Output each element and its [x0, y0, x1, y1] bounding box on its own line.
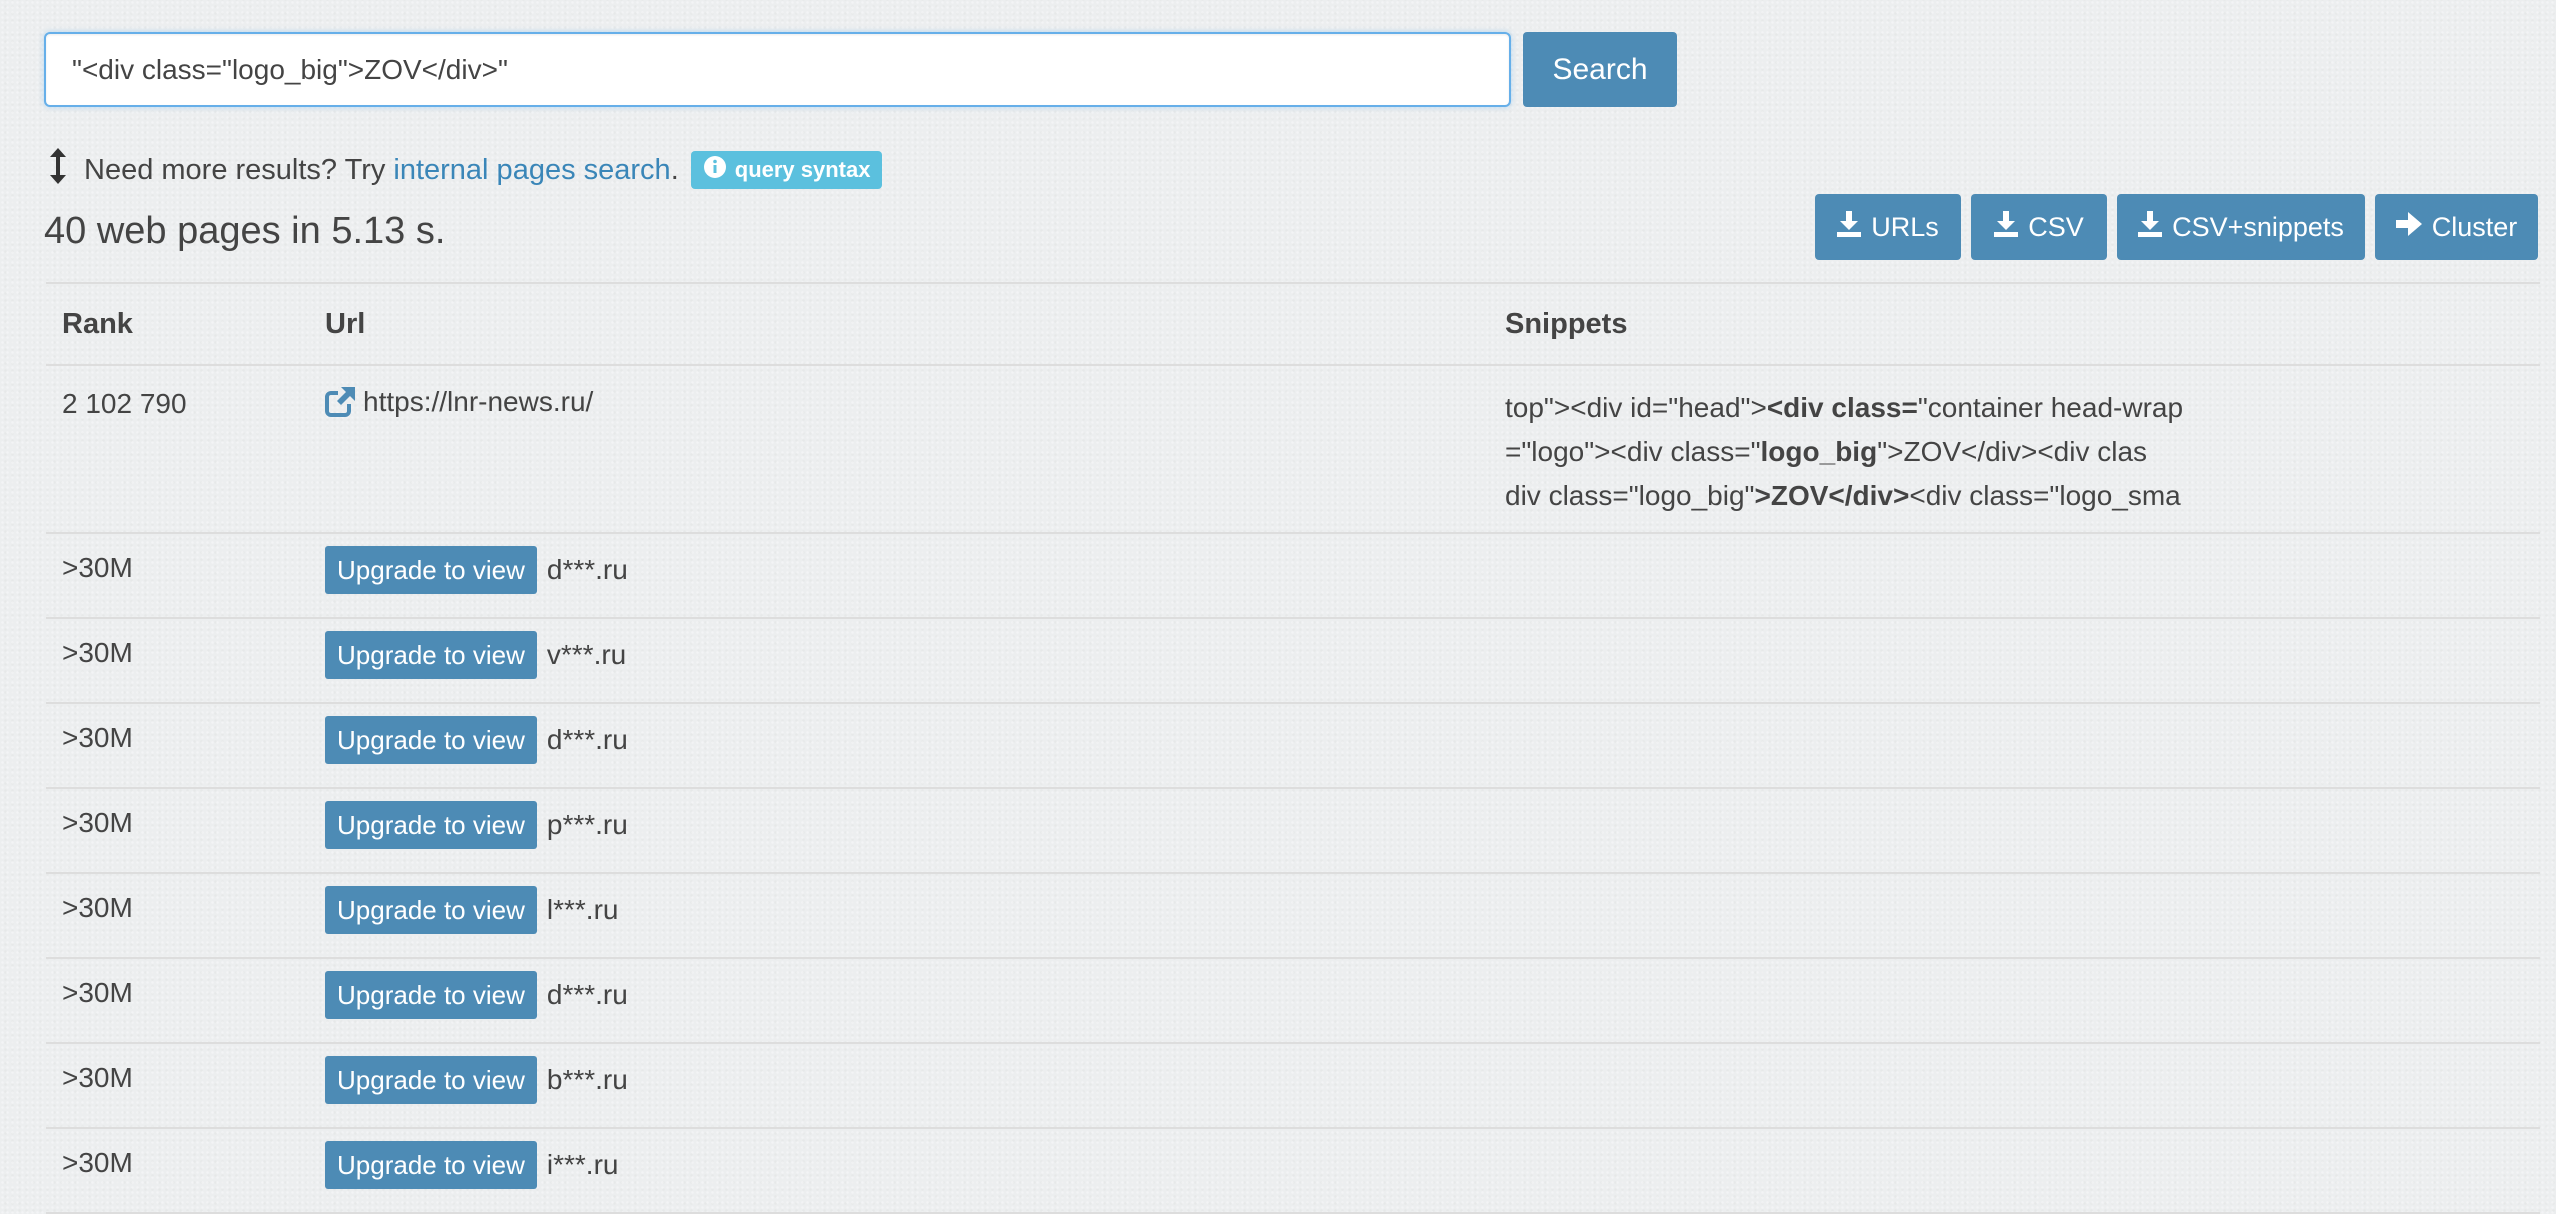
internal-pages-search-link[interactable]: internal pages search	[393, 154, 670, 187]
snippet-text: "container head-wrap	[1917, 392, 2184, 423]
search-input[interactable]	[44, 32, 1511, 107]
upgrade-to-view-button[interactable]: Upgrade to view	[325, 1141, 537, 1189]
snippet-cell: top"><div id="head"><div class="containe…	[1489, 365, 2540, 534]
snippet-highlight: >ZOV</div>	[1754, 480, 1910, 511]
table-row: >30M Upgrade to view b***.ru	[46, 1043, 2540, 1129]
url-cell: Upgrade to view p***.ru	[309, 788, 1489, 874]
results-summary: 40 web pages in 5.13 s.	[44, 210, 446, 252]
download-urls-label: URLs	[1871, 211, 1939, 242]
masked-url: i***.ru	[546, 1149, 619, 1180]
rank-cell: >30M	[46, 1128, 309, 1214]
snippet-text: <div class="logo_sma	[1909, 480, 2181, 511]
download-icon	[1837, 210, 1862, 244]
info-circle-icon	[703, 155, 727, 185]
snippet-highlight: logo_big	[1760, 436, 1878, 467]
download-csv-label: CSV	[2028, 211, 2084, 242]
snippet-text: <div id="head">	[1570, 392, 1767, 423]
url-cell: Upgrade to view d***.ru	[309, 533, 1489, 619]
table-row: >30M Upgrade to view l***.ru	[46, 873, 2540, 959]
download-csv-snippets-button[interactable]: CSV+snippets	[2117, 194, 2365, 260]
rank-cell: >30M	[46, 533, 309, 619]
download-csv-button[interactable]: CSV	[1971, 194, 2107, 260]
table-row: >30M Upgrade to view d***.ru	[46, 958, 2540, 1044]
table-row: >30M Upgrade to view i***.ru	[46, 1128, 2540, 1214]
snippet-text: ="logo"><div class="	[1505, 436, 1761, 467]
upgrade-to-view-button[interactable]: Upgrade to view	[325, 631, 537, 679]
upgrade-to-view-button[interactable]: Upgrade to view	[325, 801, 537, 849]
rank-cell: >30M	[46, 873, 309, 959]
upgrade-to-view-button[interactable]: Upgrade to view	[325, 971, 537, 1019]
masked-url: d***.ru	[546, 724, 628, 755]
more-results-hint: Need more results? Try internal pages se…	[48, 148, 883, 192]
result-url-link[interactable]: https://lnr-news.ru/	[363, 386, 593, 418]
url-cell: Upgrade to view d***.ru	[309, 703, 1489, 789]
table-row: 2 102 790 https://lnr-news.ru/ top"><div…	[46, 365, 2540, 534]
table-row: >30M Upgrade to view v***.ru	[46, 618, 2540, 704]
hint-period: .	[670, 153, 679, 186]
column-header-snippets: Snippets	[1489, 282, 2540, 366]
download-icon	[1994, 210, 2019, 244]
snippet-line: top"><div id="head"><div class="containe…	[1505, 386, 2524, 430]
rank-cell: >30M	[46, 703, 309, 789]
download-csv-snippets-label: CSV+snippets	[2172, 211, 2344, 242]
column-header-rank: Rank	[46, 282, 309, 366]
url-cell: Upgrade to view b***.ru	[309, 1043, 1489, 1129]
upgrade-to-view-button[interactable]: Upgrade to view	[325, 546, 537, 594]
vertical-arrows-icon	[48, 148, 68, 192]
snippet-cell	[1489, 873, 2540, 959]
url-cell: https://lnr-news.ru/	[309, 365, 1489, 534]
snippet-cell	[1489, 788, 2540, 874]
masked-url: v***.ru	[546, 639, 627, 670]
cluster-label: Cluster	[2431, 211, 2518, 242]
snippet-cell	[1489, 533, 2540, 619]
snippet-cell	[1489, 1128, 2540, 1214]
snippet-cell	[1489, 618, 2540, 704]
masked-url: d***.ru	[546, 979, 628, 1010]
masked-url: b***.ru	[546, 1064, 628, 1095]
table-row: >30M Upgrade to view d***.ru	[46, 533, 2540, 619]
upgrade-to-view-button[interactable]: Upgrade to view	[325, 1056, 537, 1104]
masked-url: p***.ru	[546, 809, 628, 840]
snippet-text: ">ZOV</div><div clas	[1877, 436, 2148, 467]
url-cell: Upgrade to view v***.ru	[309, 618, 1489, 704]
snippet-highlight: <div class=	[1766, 392, 1918, 423]
download-urls-button[interactable]: URLs	[1815, 194, 1961, 260]
url-cell: Upgrade to view l***.ru	[309, 873, 1489, 959]
snippet-text: div class="logo_big"	[1505, 480, 1755, 511]
results-table: Rank Url Snippets 2 102 790 https://lnr-…	[46, 282, 2540, 1214]
external-link-icon[interactable]	[325, 387, 355, 417]
download-icon	[2138, 210, 2163, 244]
cluster-button[interactable]: Cluster	[2375, 194, 2538, 260]
snippet-line: ="logo"><div class="logo_big">ZOV</div><…	[1505, 430, 2524, 474]
rank-cell: >30M	[46, 788, 309, 874]
snippet-cell	[1489, 958, 2540, 1044]
search-button[interactable]: Search	[1523, 32, 1677, 107]
upgrade-to-view-button[interactable]: Upgrade to view	[325, 716, 537, 764]
snippet-text: top">	[1505, 392, 1571, 423]
table-row: >30M Upgrade to view d***.ru	[46, 703, 2540, 789]
upgrade-to-view-button[interactable]: Upgrade to view	[325, 886, 537, 934]
masked-url: l***.ru	[546, 894, 619, 925]
arrow-right-icon	[2395, 211, 2422, 243]
masked-url: d***.ru	[546, 554, 628, 585]
snippet-cell	[1489, 703, 2540, 789]
export-actions: URLs CSV CSV+snippets Cluster	[1815, 194, 2538, 260]
table-row: >30M Upgrade to view p***.ru	[46, 788, 2540, 874]
query-syntax-label: query syntax	[734, 157, 871, 182]
url-cell: Upgrade to view i***.ru	[309, 1128, 1489, 1214]
rank-cell: >30M	[46, 958, 309, 1044]
url-cell: Upgrade to view d***.ru	[309, 958, 1489, 1044]
rank-cell: 2 102 790	[46, 365, 309, 534]
rank-cell: >30M	[46, 618, 309, 704]
snippet-line: div class="logo_big">ZOV</div><div class…	[1505, 474, 2524, 518]
rank-cell: >30M	[46, 1043, 309, 1129]
search-bar: Search	[44, 32, 1677, 107]
table-header-row: Rank Url Snippets	[46, 282, 2540, 366]
query-syntax-badge[interactable]: query syntax	[690, 151, 883, 189]
snippet-cell	[1489, 1043, 2540, 1129]
hint-text: Need more results? Try	[84, 153, 386, 186]
column-header-url: Url	[309, 282, 1489, 366]
